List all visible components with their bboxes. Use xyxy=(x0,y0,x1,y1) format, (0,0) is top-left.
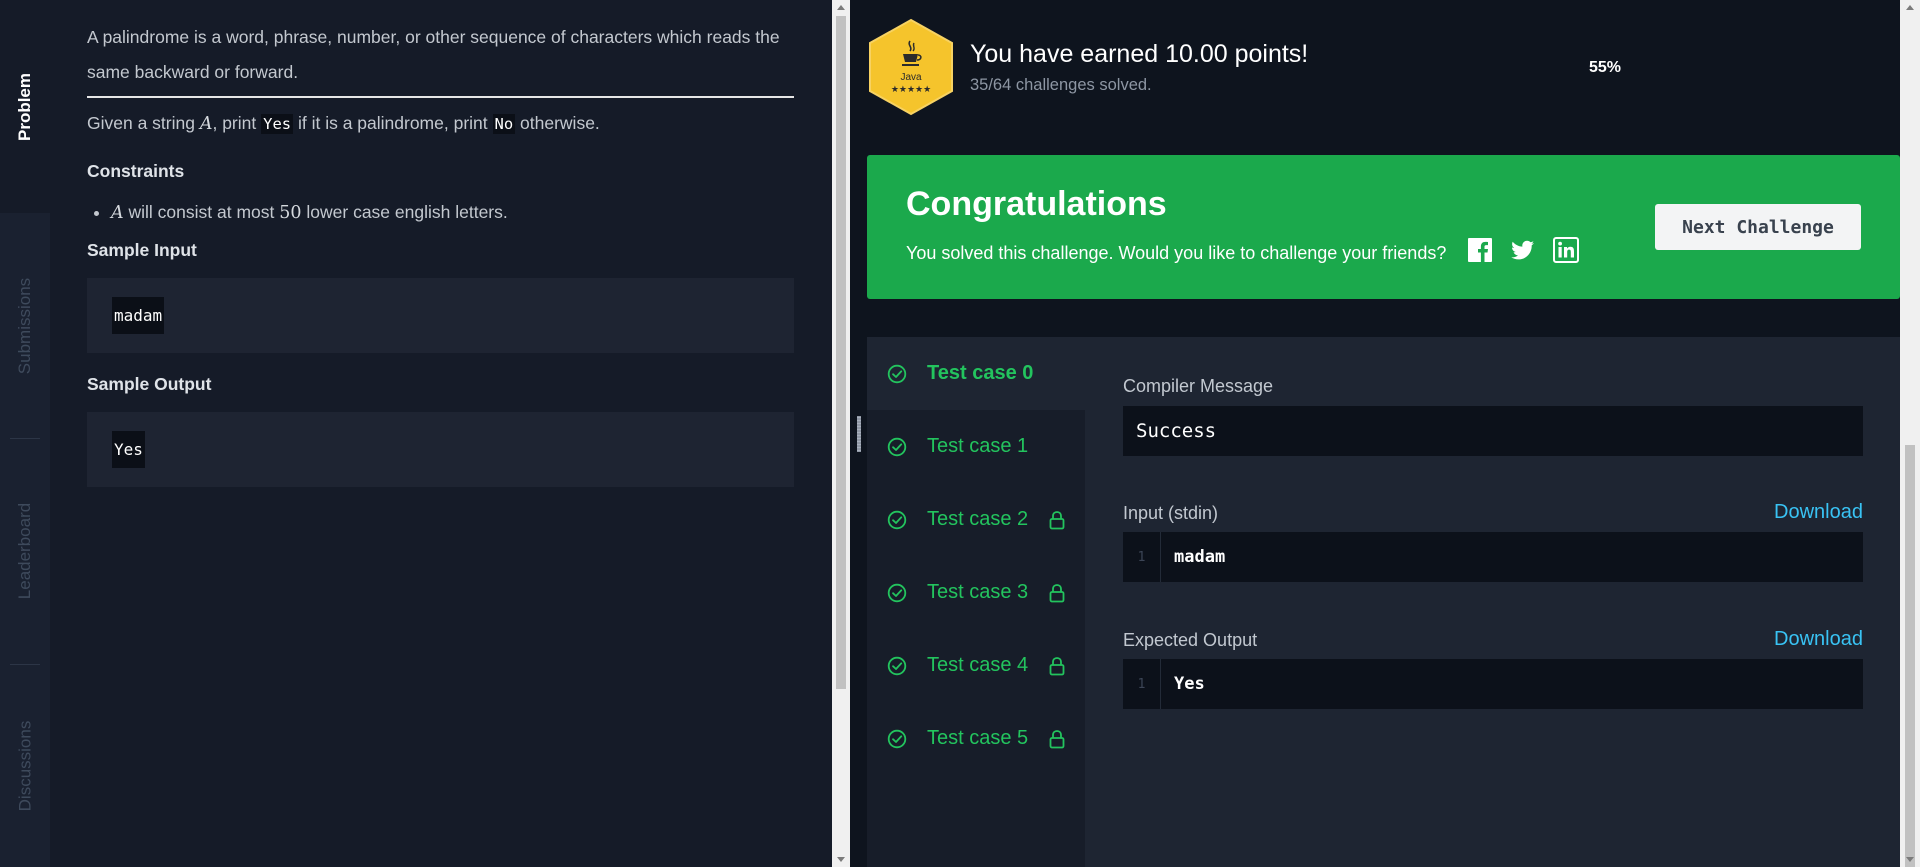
facebook-icon[interactable] xyxy=(1467,237,1493,263)
congratulations-banner: Congratulations You solved this challeng… xyxy=(867,155,1900,299)
tab-leaderboard[interactable]: Leaderboard xyxy=(0,438,50,664)
scroll-up-arrow-icon[interactable] xyxy=(837,5,845,10)
compiler-message-label: Compiler Message xyxy=(1123,376,1274,396)
lock-icon xyxy=(1049,511,1065,530)
twitter-icon[interactable] xyxy=(1510,237,1536,263)
lock-icon xyxy=(1049,657,1065,676)
check-circle-icon xyxy=(887,656,907,675)
input-code-box: 1 madam xyxy=(1123,532,1863,582)
vertical-tab-bar: Problem Submissions Leaderboard Discussi… xyxy=(0,0,50,867)
sample-input-heading: Sample Input xyxy=(87,240,197,260)
line-number: 1 xyxy=(1123,659,1161,709)
test-case-label: Test case 3 xyxy=(927,581,1029,603)
input-label: Input (stdin) xyxy=(1123,503,1219,523)
test-case-item[interactable]: Test case 3 xyxy=(867,556,1085,629)
check-circle-icon xyxy=(887,437,907,456)
next-challenge-button[interactable]: Next Challenge xyxy=(1655,204,1861,250)
scroll-up-arrow-icon[interactable] xyxy=(1906,5,1914,10)
download-output-link[interactable]: Download xyxy=(1774,628,1863,651)
test-case-list: Test case 0 Test case 1 Test case 2 Test ca… xyxy=(867,337,1085,867)
constraints-heading: Constraints xyxy=(87,161,185,181)
test-case-item[interactable]: Test case 5 xyxy=(867,702,1085,775)
language-badge: Java ★★★★★ xyxy=(867,18,955,116)
badge-language: Java xyxy=(900,72,922,83)
download-input-link[interactable]: Download xyxy=(1774,501,1863,524)
inline-code: No xyxy=(492,114,516,134)
test-case-item[interactable]: Test case 1 xyxy=(867,410,1085,483)
problem-task: Given a string A, print Yes if it is a p… xyxy=(87,106,794,142)
tab-submissions[interactable]: Submissions xyxy=(0,213,50,438)
result-pane: Java ★★★★★ You have earned 10.00 points!… xyxy=(867,0,1900,867)
tab-problem[interactable]: Problem xyxy=(0,0,50,213)
challenges-solved-text: 35/64 challenges solved. xyxy=(970,76,1152,94)
points-earned-title: You have earned 10.00 points! xyxy=(970,40,1309,68)
task-text: Given a string xyxy=(87,113,200,133)
line-number: 1 xyxy=(1123,532,1161,582)
problem-pane: Problem Submissions Leaderboard Discussi… xyxy=(0,0,832,867)
tab-discussions-label: Discussions xyxy=(15,720,35,811)
math-variable: A xyxy=(111,203,124,223)
test-results-panel: Test case 0 Test case 1 Test case 2 Test ca… xyxy=(867,337,1900,867)
math-number: 50 xyxy=(279,203,302,223)
expected-output-label: Expected Output xyxy=(1123,630,1258,650)
tab-problem-label: Problem xyxy=(15,72,34,141)
tab-discussions[interactable]: Discussions xyxy=(0,664,50,867)
window-scrollbar[interactable] xyxy=(1900,0,1920,867)
test-case-label: Test case 0 xyxy=(927,362,1034,384)
linkedin-icon[interactable] xyxy=(1553,237,1579,263)
check-circle-icon xyxy=(887,364,907,383)
check-circle-icon xyxy=(887,583,907,602)
constraints-list: A will consist at most 50 lower case eng… xyxy=(111,195,794,231)
test-case-label: Test case 1 xyxy=(927,435,1029,457)
expected-output-value: Yes xyxy=(1174,674,1205,694)
expected-output-box: 1 Yes xyxy=(1123,659,1863,709)
badge-stars: ★★★★★ xyxy=(890,84,932,94)
sample-input-box: madam xyxy=(87,278,794,353)
constraint-text: lower case english letters. xyxy=(301,202,508,222)
lock-icon xyxy=(1049,584,1065,603)
pane-splitter[interactable] xyxy=(850,0,867,867)
tab-submissions-label: Submissions xyxy=(15,277,34,374)
input-value: madam xyxy=(1174,547,1226,567)
test-case-item[interactable]: Test case 2 xyxy=(867,483,1085,556)
test-case-label: Test case 5 xyxy=(927,727,1029,749)
compiler-message-box: Success xyxy=(1123,406,1863,456)
scroll-down-arrow-icon[interactable] xyxy=(837,857,845,862)
problem-statement: A palindrome is a word, phrase, number, … xyxy=(87,20,794,487)
scrollbar-thumb[interactable] xyxy=(1905,445,1915,867)
test-case-label: Test case 2 xyxy=(927,508,1029,530)
test-case-item[interactable]: Test case 0 xyxy=(867,337,1085,410)
java-cup-icon xyxy=(902,40,922,66)
test-case-label: Test case 4 xyxy=(927,654,1029,676)
congratulations-title: Congratulations xyxy=(906,185,1167,223)
sample-input-code: madam xyxy=(112,297,165,334)
sample-output-heading: Sample Output xyxy=(87,374,212,394)
math-variable: A xyxy=(199,114,213,134)
sample-output-code: Yes xyxy=(112,431,145,468)
problem-scrollbar[interactable] xyxy=(832,0,850,867)
check-circle-icon xyxy=(887,510,907,529)
task-text: if it is a palindrome, print xyxy=(293,113,493,133)
inline-code: Yes xyxy=(261,114,294,134)
problem-intro: A palindrome is a word, phrase, number, … xyxy=(87,20,794,98)
check-circle-icon xyxy=(887,729,907,748)
progress-percentage: 55% xyxy=(1589,59,1622,76)
task-text: otherwise. xyxy=(515,113,600,133)
drag-handle-icon[interactable] xyxy=(857,416,861,452)
scrollbar-thumb[interactable] xyxy=(836,16,846,689)
scroll-down-arrow-icon[interactable] xyxy=(1906,857,1914,862)
constraint-text: will consist at most xyxy=(123,202,280,222)
task-text: , print xyxy=(212,113,262,133)
lock-icon xyxy=(1049,730,1065,749)
test-case-item[interactable]: Test case 4 xyxy=(867,629,1085,702)
tab-leaderboard-label: Leaderboard xyxy=(15,502,35,600)
sample-output-box: Yes xyxy=(87,412,794,487)
constraint-item: A will consist at most 50 lower case eng… xyxy=(111,195,794,231)
congratulations-message: You solved this challenge. Would you lik… xyxy=(906,243,1447,263)
